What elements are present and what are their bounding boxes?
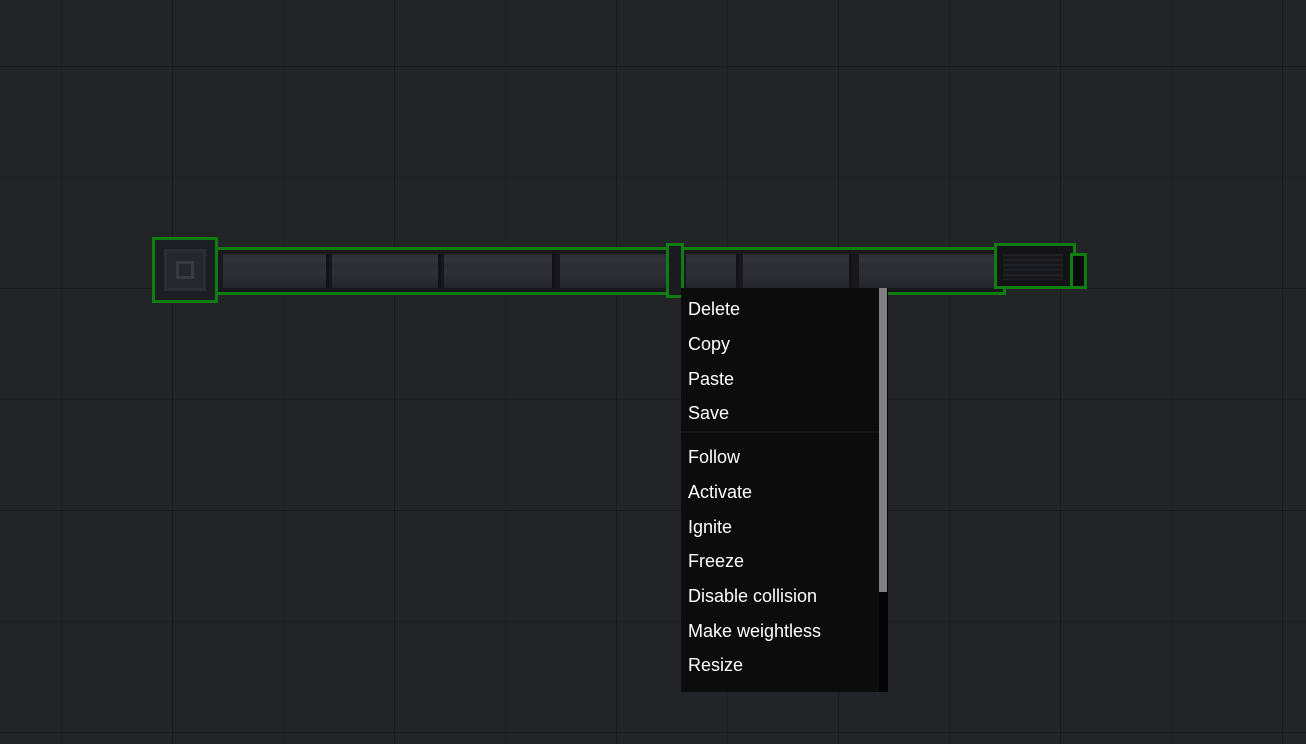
menu-item-delete[interactable]: Delete bbox=[681, 292, 879, 326]
menu-item-ignite[interactable]: Ignite bbox=[681, 510, 879, 544]
bolt-icon bbox=[176, 261, 194, 279]
menu-scrollbar-thumb[interactable] bbox=[879, 288, 887, 592]
menu-item-activate[interactable]: Activate bbox=[681, 475, 879, 509]
rod-segment bbox=[332, 254, 441, 288]
sandbox-scene[interactable]: Delete Copy Paste Save Follow Activate I… bbox=[0, 0, 1306, 744]
rod-segment bbox=[560, 254, 669, 288]
menu-item-resize[interactable]: Resize bbox=[681, 648, 879, 682]
rod-end-cap-left[interactable] bbox=[152, 237, 218, 303]
menu-item-make-weightless[interactable]: Make weightless bbox=[681, 614, 879, 648]
rod-segment bbox=[743, 254, 852, 288]
menu-item-copy[interactable]: Copy bbox=[681, 327, 879, 361]
menu-item-paste[interactable]: Paste bbox=[681, 362, 879, 396]
context-menu: Delete Copy Paste Save Follow Activate I… bbox=[681, 288, 888, 692]
menu-item-disable-collision[interactable]: Disable collision bbox=[681, 579, 879, 613]
menu-item-save[interactable]: Save bbox=[681, 396, 879, 430]
rod-segment bbox=[444, 254, 555, 288]
rod-segment bbox=[859, 254, 1000, 288]
rod-tip[interactable] bbox=[1070, 253, 1087, 289]
menu-item-follow[interactable]: Follow bbox=[681, 440, 879, 474]
menu-item-freeze[interactable]: Freeze bbox=[681, 544, 879, 578]
menu-separator bbox=[681, 431, 879, 433]
grip-texture bbox=[1003, 254, 1063, 280]
rod-segment bbox=[686, 254, 739, 288]
rod-end-cap-right[interactable] bbox=[994, 243, 1076, 289]
menu-scrollbar[interactable] bbox=[879, 288, 888, 692]
rod-segment bbox=[223, 254, 329, 288]
